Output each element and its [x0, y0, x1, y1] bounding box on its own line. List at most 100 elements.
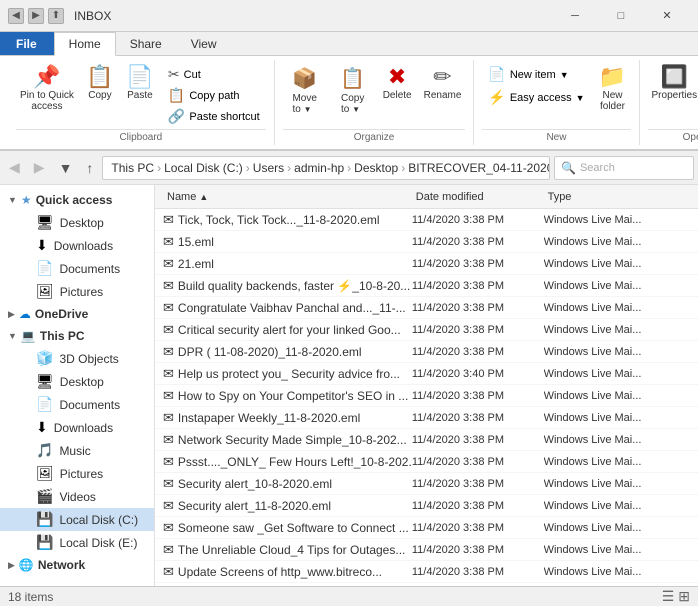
table-row[interactable]: ✉ Update Screens of http_www.bitreco... …	[155, 561, 698, 583]
copy-path-icon: 📋	[168, 87, 185, 104]
file-name-cell: ✉ Congratulate Vaibhav Panchal and..._11…	[163, 300, 412, 316]
col-header-type[interactable]: Type	[544, 189, 690, 205]
table-row[interactable]: ✉ Security alert_10-8-2020.eml 11/4/2020…	[155, 473, 698, 495]
table-row[interactable]: ✉ How to Spy on Your Competitor's SEO in…	[155, 385, 698, 407]
cut-button[interactable]: ✂ Cut	[162, 64, 266, 85]
sidebar-section-quick-access[interactable]: ▼ ★ Quick access	[0, 189, 154, 211]
rename-button[interactable]: ✏ Rename	[420, 64, 466, 103]
properties-label: Properties	[652, 90, 698, 101]
sidebar-item-documents[interactable]: 📄 Documents	[0, 257, 154, 280]
sidebar-item-local-c[interactable]: 💾 Local Disk (C:)	[0, 508, 154, 531]
search-box[interactable]: 🔍 Search	[554, 156, 694, 180]
table-row[interactable]: ✉ Critical security alert for your linke…	[155, 319, 698, 341]
table-row[interactable]: ✉ Tick, Tock, Tick Tock..._11-8-2020.eml…	[155, 209, 698, 231]
pin-to-quick-access-button[interactable]: 📌 Pin to Quickaccess	[16, 64, 78, 114]
file-date-cell: 11/4/2020 3:38 PM	[412, 500, 544, 512]
forward-icon[interactable]: ▶	[28, 8, 44, 24]
new-folder-icon: 📁	[599, 66, 626, 88]
ribbon-tabs: File Home Share View	[0, 32, 698, 56]
sidebar-item-desktop[interactable]: 🖥 Desktop	[0, 211, 154, 234]
move-to-button[interactable]: 📦 Moveto ▼	[283, 64, 327, 117]
sidebar-section-network[interactable]: ▶ 🌐 Network	[0, 554, 154, 576]
sidebar-item-desktop2[interactable]: 🖥 Desktop	[0, 370, 154, 393]
file-date-cell: 11/4/2020 3:38 PM	[412, 346, 544, 358]
sidebar-item-documents2-label: Documents	[59, 398, 120, 412]
file-header: Name ▲ Date modified Type	[155, 185, 698, 209]
file-name-cell: ✉ Build quality backends, faster ⚡_10-8-…	[163, 278, 412, 294]
copy-button[interactable]: 📋 Copy	[82, 64, 118, 103]
tab-home[interactable]: Home	[54, 32, 116, 56]
easy-access-label: Easy access	[510, 92, 572, 104]
sidebar-item-local-e[interactable]: 💾 Local Disk (E:)	[0, 531, 154, 554]
table-row[interactable]: ✉ Network Security Made Simple_10-8-202.…	[155, 429, 698, 451]
table-row[interactable]: ✉ Your single-use code_11-8-2020.eml 11/…	[155, 583, 698, 586]
sidebar-section-onedrive[interactable]: ▶ ☁ OneDrive	[0, 303, 154, 325]
local-c-icon: 💾	[36, 511, 53, 528]
desktop2-icon: 🖥	[36, 373, 54, 390]
forward-button[interactable]: ▶	[29, 155, 50, 180]
table-row[interactable]: ✉ Someone saw _Get Software to Connect .…	[155, 517, 698, 539]
table-row[interactable]: ✉ 15.eml 11/4/2020 3:38 PM Windows Live …	[155, 231, 698, 253]
tab-share[interactable]: Share	[116, 32, 177, 55]
table-row[interactable]: ✉ The Unreliable Cloud_4 Tips for Outage…	[155, 539, 698, 561]
file-name-cell: ✉ Security alert_11-8-2020.eml	[163, 498, 412, 514]
large-icons-view-button[interactable]: ⊞	[678, 588, 690, 605]
quick-access-arrow: ▼	[8, 195, 17, 205]
back-icon[interactable]: ◀	[8, 8, 24, 24]
table-row[interactable]: ✉ Pssst...._ONLY_ Few Hours Left!_10-8-2…	[155, 451, 698, 473]
new-group-label: New	[482, 129, 630, 145]
back-button[interactable]: ◀	[4, 155, 25, 180]
table-row[interactable]: ✉ Instapaper Weekly_11-8-2020.eml 11/4/2…	[155, 407, 698, 429]
file-date-cell: 11/4/2020 3:38 PM	[412, 302, 544, 314]
copy-to-button[interactable]: 📋 Copyto ▼	[331, 64, 375, 117]
sidebar-item-3d-objects[interactable]: 🧊 3D Objects	[0, 347, 154, 370]
sidebar-item-documents2[interactable]: 📄 Documents	[0, 393, 154, 416]
table-row[interactable]: ✉ DPR ( 11-08-2020)_11-8-2020.eml 11/4/2…	[155, 341, 698, 363]
sidebar-item-downloads[interactable]: ⬇ Downloads	[0, 234, 154, 257]
file-type-cell: Windows Live Mai...	[544, 368, 690, 380]
sidebar-item-pictures2[interactable]: 🖼 Pictures	[0, 462, 154, 485]
table-row[interactable]: ✉ Help us protect you_ Security advice f…	[155, 363, 698, 385]
up-icon[interactable]: ⬆	[48, 8, 64, 24]
easy-access-button[interactable]: ⚡ Easy access ▼	[482, 87, 590, 108]
file-type-cell: Windows Live Mai...	[544, 324, 690, 336]
col-header-date[interactable]: Date modified	[412, 189, 544, 205]
address-bar[interactable]: This PC › Local Disk (C:) › Users › admi…	[102, 156, 550, 180]
table-row[interactable]: ✉ Congratulate Vaibhav Panchal and..._11…	[155, 297, 698, 319]
file-name-cell: ✉ Pssst...._ONLY_ Few Hours Left!_10-8-2…	[163, 454, 412, 470]
tab-file[interactable]: File	[0, 32, 54, 55]
close-button[interactable]: ✕	[644, 0, 690, 32]
sidebar-item-pictures[interactable]: 🖼 Pictures	[0, 280, 154, 303]
sidebar-item-music-label: Music	[59, 444, 90, 458]
minimize-button[interactable]: ─	[552, 0, 598, 32]
copy-path-button[interactable]: 📋 Copy path	[162, 85, 266, 106]
sidebar-item-downloads2[interactable]: ⬇ Downloads	[0, 416, 154, 439]
file-date-cell: 11/4/2020 3:38 PM	[412, 434, 544, 446]
up-nav-button[interactable]: ↑	[81, 156, 98, 180]
paste-shortcut-button[interactable]: 🔗 Paste shortcut	[162, 106, 266, 127]
email-file-icon: ✉	[163, 498, 174, 514]
new-item-button[interactable]: 📄 New item ▼	[482, 64, 590, 85]
email-file-icon: ✉	[163, 212, 174, 228]
ribbon-toolbar: 📌 Pin to Quickaccess 📋 Copy 📄 Paste ✂ Cu…	[0, 56, 698, 151]
pictures-icon: 🖼	[36, 283, 54, 300]
organize-content: 📦 Moveto ▼ 📋 Copyto ▼ ✖ Delete ✏ Rename	[283, 60, 466, 127]
sidebar-section-this-pc[interactable]: ▼ 💻 This PC	[0, 325, 154, 347]
properties-button[interactable]: 🔲 Properties	[648, 64, 698, 103]
file-name-cell: ✉ Instapaper Weekly_11-8-2020.eml	[163, 410, 412, 426]
sidebar-item-music[interactable]: 🎵 Music	[0, 439, 154, 462]
maximize-button[interactable]: □	[598, 0, 644, 32]
new-folder-button[interactable]: 📁 Newfolder	[595, 64, 631, 114]
table-row[interactable]: ✉ Build quality backends, faster ⚡_10-8-…	[155, 275, 698, 297]
col-header-name[interactable]: Name ▲	[163, 189, 412, 205]
table-row[interactable]: ✉ 21.eml 11/4/2020 3:38 PM Windows Live …	[155, 253, 698, 275]
delete-button[interactable]: ✖ Delete	[379, 64, 416, 103]
recent-button[interactable]: ▼	[54, 156, 78, 180]
file-type-cell: Windows Live Mai...	[544, 280, 690, 292]
tab-view[interactable]: View	[177, 32, 232, 55]
table-row[interactable]: ✉ Security alert_11-8-2020.eml 11/4/2020…	[155, 495, 698, 517]
details-view-button[interactable]: ☰	[662, 588, 675, 605]
network-arrow: ▶	[8, 560, 15, 571]
paste-button[interactable]: 📄 Paste	[122, 64, 158, 103]
sidebar-item-videos[interactable]: 🎬 Videos	[0, 485, 154, 508]
